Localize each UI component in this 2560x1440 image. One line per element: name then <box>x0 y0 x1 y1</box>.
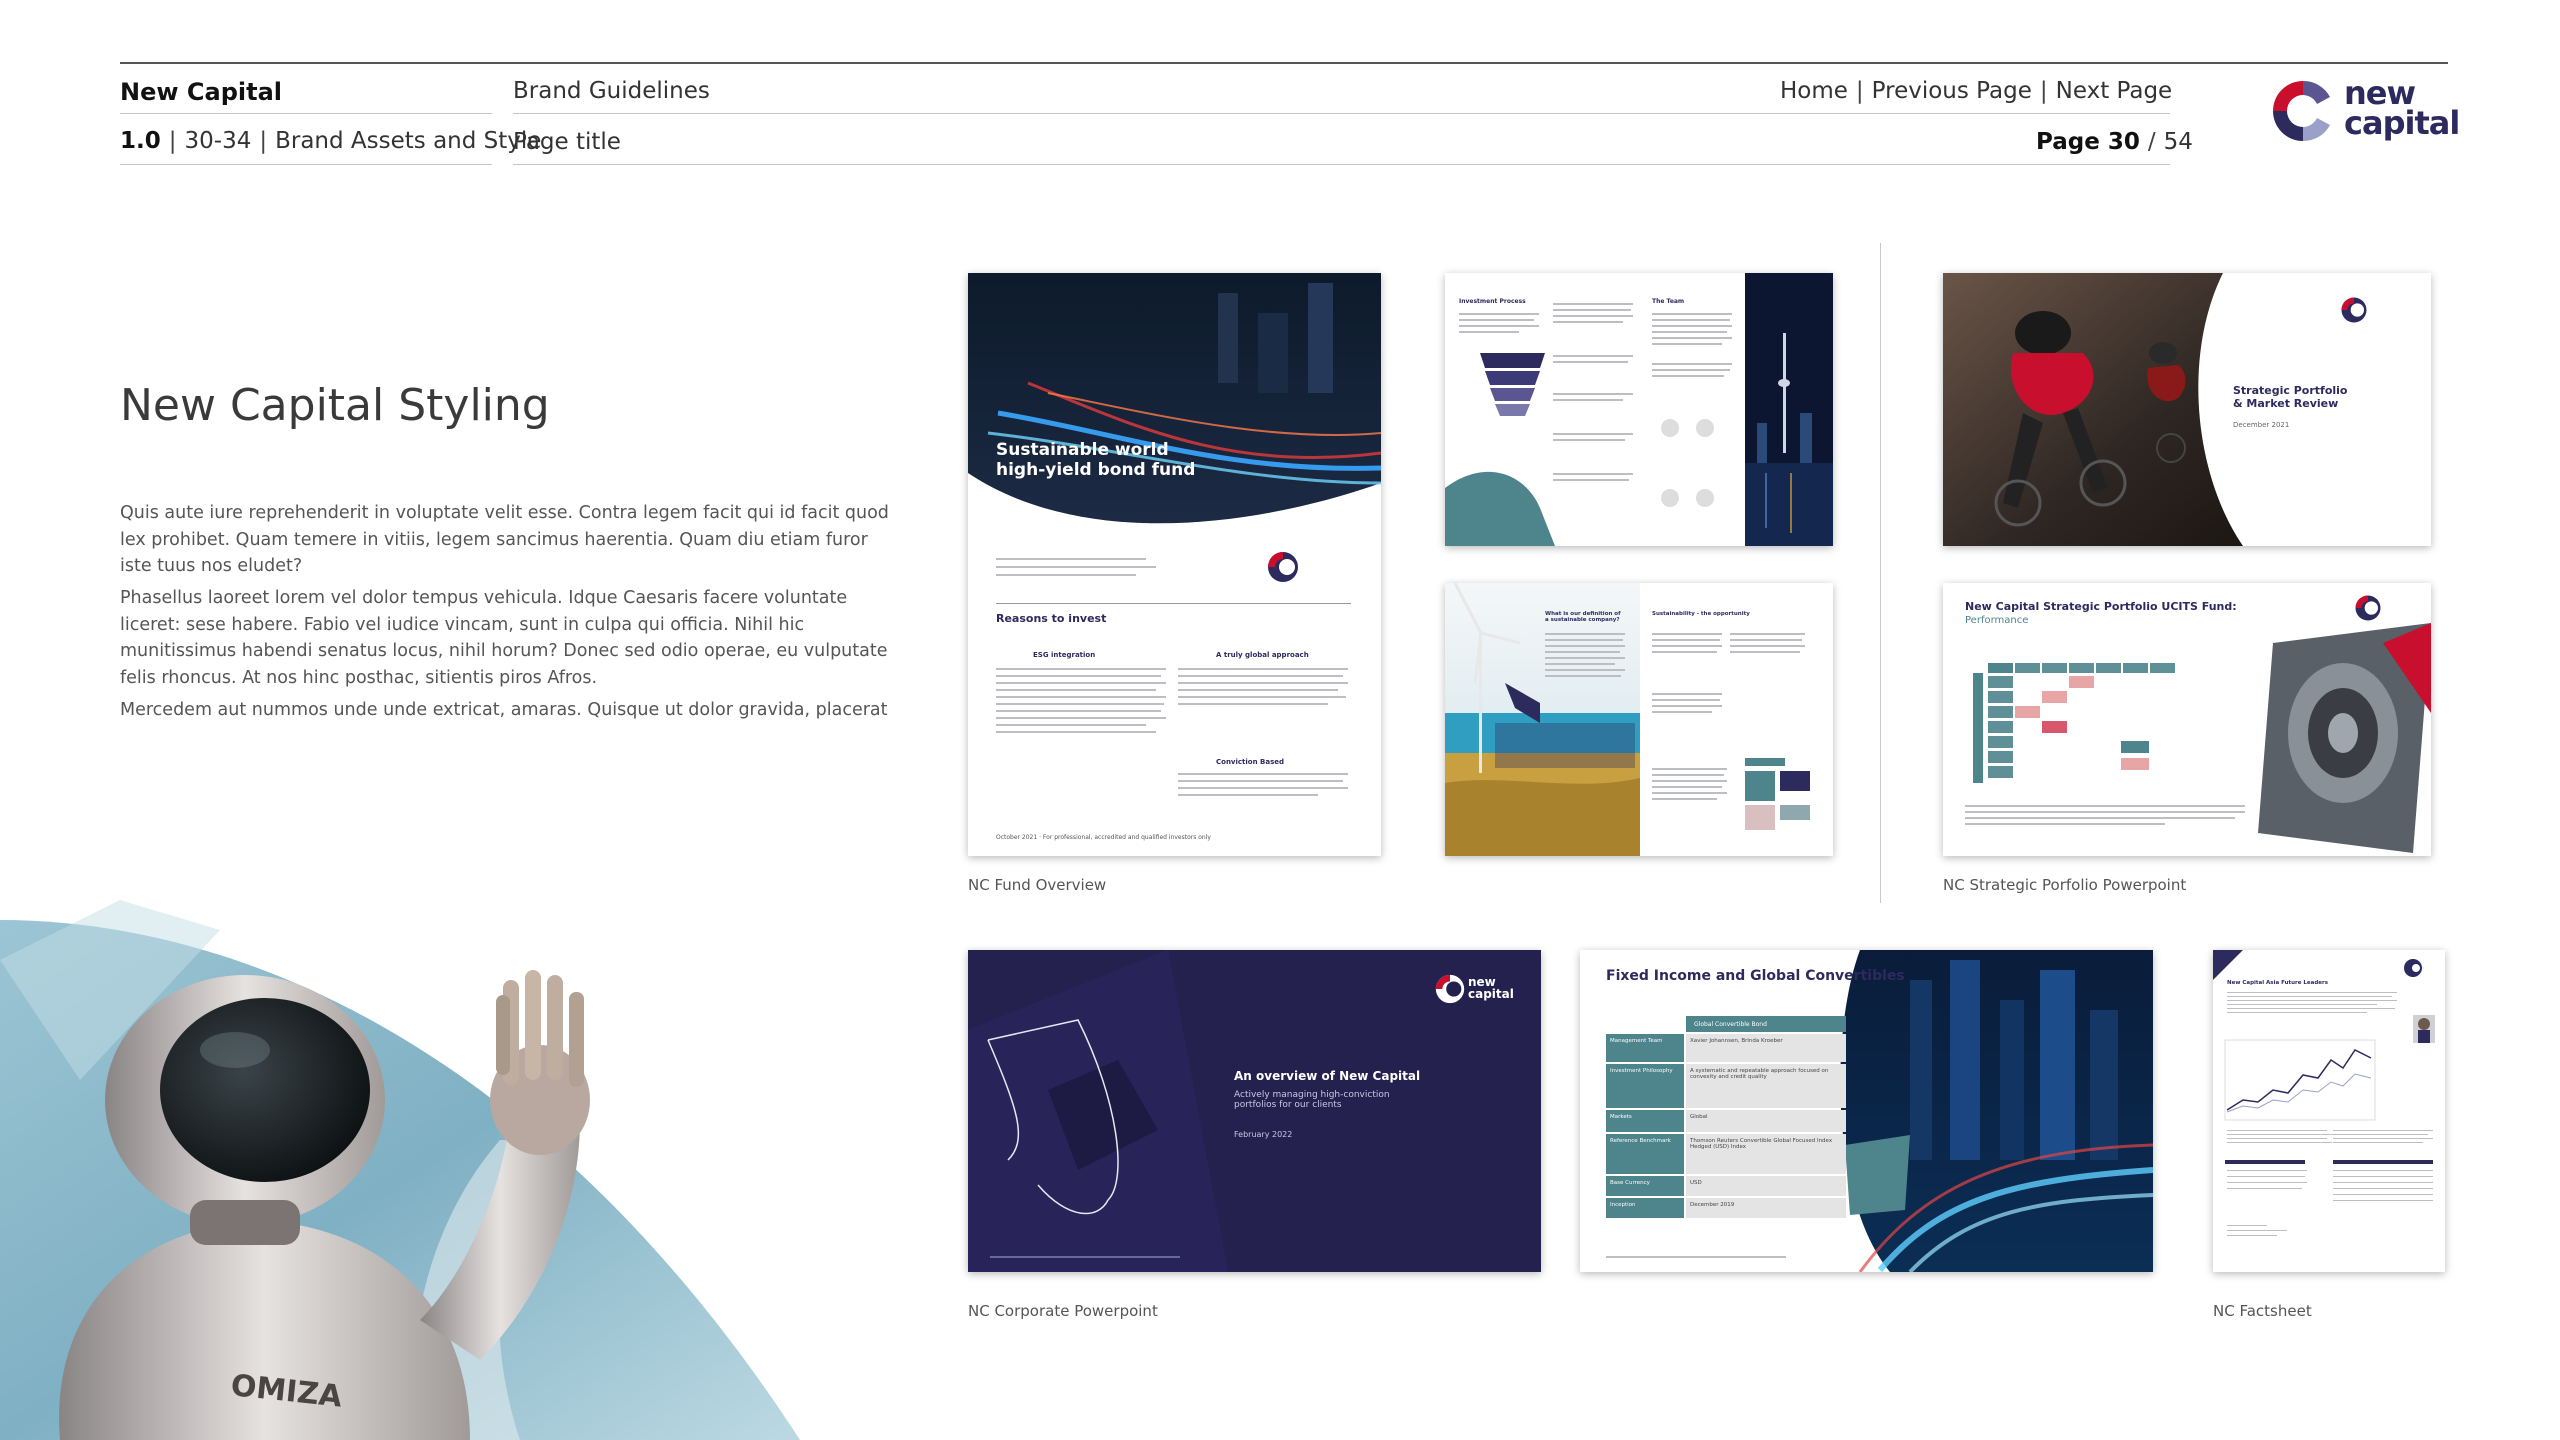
vertical-divider <box>1880 243 1881 903</box>
conviction-label: Conviction Based <box>1216 758 1285 766</box>
logo-mark-icon <box>1435 974 1465 1004</box>
thumbnail-factsheet[interactable]: New Capital Asia Future Leaders <box>2213 950 2445 1272</box>
next-page-link[interactable]: Next Page <box>2056 78 2173 104</box>
new-capital-logo: new capital <box>2270 77 2460 146</box>
strategic-title: Strategic Portfolio & Market Review <box>2233 384 2348 410</box>
page-indicator: Page 30/54 <box>2036 129 2193 155</box>
esg-label: ESG integration <box>1033 651 1096 659</box>
thumbnail-ucits-fund[interactable]: New Capital Strategic Portfolio UCITS Fu… <box>1943 583 2431 856</box>
caption-fund-overview: NC Fund Overview <box>968 876 1107 894</box>
page-total: 54 <box>2163 129 2193 155</box>
body-paragraph: Phasellus laoreet lorem vel dolor tempus… <box>120 588 888 688</box>
logo-mark-icon <box>2341 297 2367 323</box>
corporate-logo-word: new capital <box>1468 975 1514 1001</box>
fixed-income-table: Global Convertible Bond Management Team X… <box>1606 1016 1846 1218</box>
header-divider <box>513 164 2170 165</box>
home-link[interactable]: Home <box>1780 78 1848 104</box>
thumbnail-corporate[interactable]: new capital An overview of New Capital Ac… <box>968 950 1541 1272</box>
header-divider <box>513 113 2170 114</box>
thumbnail-fund-overview[interactable]: Sustainable world high-yield bond fund R… <box>968 273 1381 856</box>
body-paragraph: Mercedem aut nummos unde unde extricat, … <box>120 700 888 720</box>
reasons-heading: Reasons to invest <box>996 612 1107 625</box>
caption-strategic-portfolio: NC Strategic Porfolio Powerpoint <box>1943 876 2187 894</box>
section-name: Brand Guidelines <box>513 78 710 104</box>
page-heading: New Capital Styling <box>120 380 550 431</box>
page-title: Page title <box>513 129 621 155</box>
version-number: 1.0 <box>120 128 161 154</box>
thumbnail-sustainability[interactable]: What is our definition of a sustainable … <box>1445 583 1833 856</box>
fund-title: Sustainable world high-yield bond fund <box>996 440 1196 480</box>
header-top-rule <box>120 62 2448 64</box>
pages-range: 30-34 <box>184 128 252 154</box>
logo-mark-icon <box>1268 552 1298 582</box>
fund-footer: October 2021 · For professional, accredi… <box>996 834 1211 841</box>
corporate-subtitle: Actively managing high-conviction portfol… <box>1234 1090 1390 1111</box>
header-nav: Home | Previous Page | Next Page <box>1780 78 2173 104</box>
header-divider <box>120 113 492 114</box>
robot-photo: OMIZA <box>0 900 820 1440</box>
header-divider <box>120 164 492 165</box>
breadcrumb: 1.0 | 30-34 | Brand Assets and Style <box>120 128 542 154</box>
caption-factsheet: NC Factsheet <box>2213 1302 2312 1320</box>
chapter-name: Brand Assets and Style <box>275 128 542 154</box>
previous-page-link[interactable]: Previous Page <box>1872 78 2032 104</box>
body-paragraph: Quis aute iure reprehenderit in voluptat… <box>120 503 889 576</box>
page-label: Page 30 <box>2036 129 2140 155</box>
global-label: A truly global approach <box>1216 651 1309 659</box>
brand-name: New Capital <box>120 78 282 106</box>
thumbnail-investment-process[interactable]: Investment Process The Team <box>1445 273 1833 546</box>
thumbnail-strategic-portfolio[interactable]: Strategic Portfolio & Market Review Dece… <box>1943 273 2431 546</box>
logo-mark-icon <box>2273 80 2330 142</box>
caption-corporate: NC Corporate Powerpoint <box>968 1302 1158 1320</box>
logo-wordmark: new capital <box>2344 74 2460 142</box>
thumbnail-fixed-income[interactable]: Fixed Income and Global Convertibles Glo… <box>1580 950 2153 1272</box>
